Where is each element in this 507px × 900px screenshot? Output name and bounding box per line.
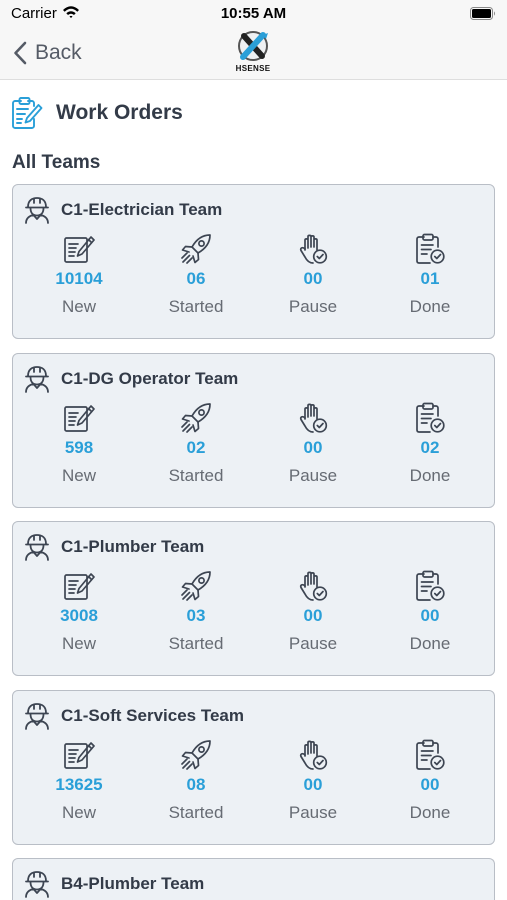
document-edit-icon (62, 569, 96, 603)
stat-done-label: Done (409, 634, 451, 653)
stat-pause[interactable]: 00 Pause (258, 738, 368, 823)
stat-done-label: Done (409, 297, 451, 316)
worker-helmet-icon (23, 364, 51, 394)
hand-stop-icon (296, 738, 330, 772)
hand-stop-icon (296, 232, 330, 266)
hsense-logo: HSENSE (230, 30, 276, 76)
stat-new-label: New (61, 466, 96, 485)
document-edit-icon (62, 401, 96, 435)
stat-done[interactable]: 00 Done (375, 569, 485, 654)
hand-stop-icon (296, 401, 330, 435)
stat-done[interactable]: 00 Done (375, 738, 485, 823)
stat-started-label: Started (168, 803, 224, 822)
rocket-icon (179, 401, 213, 435)
back-button[interactable]: Back (13, 38, 82, 68)
stat-started[interactable]: 02 Started (141, 401, 251, 486)
worker-helmet-icon (23, 532, 51, 562)
stat-done[interactable]: 02 Done (375, 401, 485, 486)
document-edit-icon (62, 232, 96, 266)
stat-started[interactable]: 03 Started (141, 569, 251, 654)
stat-new-value: 598 (64, 438, 94, 457)
stat-pause-value: 00 (303, 438, 323, 457)
hand-stop-icon (296, 569, 330, 603)
team-name: C1-Soft Services Team (61, 706, 244, 725)
stat-started[interactable]: 08 Started (141, 738, 251, 823)
team-card[interactable]: C1-Plumber Team 3008 New 03 Started 00 P… (12, 521, 495, 676)
stat-new-label: New (61, 803, 96, 822)
rocket-icon (179, 569, 213, 603)
navigation-bar: Back HSENSE (0, 28, 507, 80)
clipboard-check-icon (413, 738, 447, 772)
stat-done-label: Done (409, 466, 451, 485)
workorder-clipboard-icon (12, 97, 43, 129)
team-card[interactable]: C1-Electrician Team 10104 New 06 Started… (12, 184, 495, 339)
battery-icon (470, 7, 495, 20)
stat-done-value: 00 (420, 606, 440, 625)
stat-started-value: 06 (186, 269, 206, 288)
team-name: C1-Plumber Team (61, 537, 205, 556)
stat-pause-value: 00 (303, 269, 323, 288)
logo-mark-icon (238, 31, 268, 61)
stat-pause-value: 00 (303, 775, 323, 794)
worker-helmet-icon (23, 701, 51, 731)
stat-new[interactable]: 598 New (24, 401, 134, 486)
clipboard-check-icon (413, 232, 447, 266)
stat-pause[interactable]: 00 Pause (258, 569, 368, 654)
team-name: C1-DG Operator Team (61, 369, 239, 388)
team-header: C1-Plumber Team (23, 532, 204, 562)
stat-pause-value: 00 (303, 606, 323, 625)
stat-started-value: 08 (186, 775, 206, 794)
stat-new-label: New (61, 297, 96, 316)
chevron-left-icon (14, 41, 27, 65)
stat-pause-label: Pause (288, 297, 338, 316)
page-header: Work Orders (11, 95, 183, 131)
back-label: Back (35, 41, 82, 64)
stat-new[interactable]: 3008 New (24, 569, 134, 654)
stat-pause-label: Pause (288, 803, 338, 822)
document-edit-icon (62, 738, 96, 772)
stat-new-value: 10104 (55, 269, 103, 288)
stat-started-label: Started (168, 297, 224, 316)
stat-started-value: 02 (186, 438, 206, 457)
team-card[interactable]: C1-Soft Services Team 13625 New 08 Start… (12, 690, 495, 845)
status-bar: Carrier 10:55 AM (0, 0, 507, 28)
stat-started-label: Started (168, 466, 224, 485)
clipboard-check-icon (413, 569, 447, 603)
page-title: Work Orders (56, 101, 183, 124)
stat-pause[interactable]: 00 Pause (258, 232, 368, 317)
stat-started[interactable]: 06 Started (141, 232, 251, 317)
stat-pause-label: Pause (288, 634, 338, 653)
section-title: All Teams (12, 152, 101, 173)
stat-started-value: 03 (186, 606, 206, 625)
worker-helmet-icon (23, 869, 51, 899)
clock: 10:55 AM (220, 5, 287, 22)
stat-started-label: Started (168, 634, 224, 653)
stat-new[interactable]: 13625 New (24, 738, 134, 823)
team-header: C1-Electrician Team (23, 195, 222, 225)
team-header: B4-Plumber Team (23, 869, 204, 899)
clipboard-check-icon (413, 401, 447, 435)
stat-new-value: 3008 (60, 606, 98, 625)
stat-new-value: 13625 (55, 775, 103, 794)
worker-helmet-icon (23, 195, 51, 225)
stat-pause-label: Pause (288, 466, 338, 485)
stat-done-value: 02 (420, 438, 440, 457)
team-header: C1-DG Operator Team (23, 364, 238, 394)
rocket-icon (179, 738, 213, 772)
team-name: B4-Plumber Team (61, 874, 205, 893)
stat-new-label: New (61, 634, 96, 653)
stat-done[interactable]: 01 Done (375, 232, 485, 317)
team-card[interactable]: B4-Plumber Team (12, 858, 495, 900)
logo-text: HSENSE (235, 64, 271, 73)
team-card[interactable]: C1-DG Operator Team 598 New 02 Started 0… (12, 353, 495, 508)
team-header: C1-Soft Services Team (23, 701, 244, 731)
stat-done-value: 01 (420, 269, 440, 288)
stat-pause[interactable]: 00 Pause (258, 401, 368, 486)
stat-new[interactable]: 10104 New (24, 232, 134, 317)
stat-done-label: Done (409, 803, 451, 822)
team-name: C1-Electrician Team (61, 200, 223, 219)
stat-done-value: 00 (420, 775, 440, 794)
rocket-icon (179, 232, 213, 266)
